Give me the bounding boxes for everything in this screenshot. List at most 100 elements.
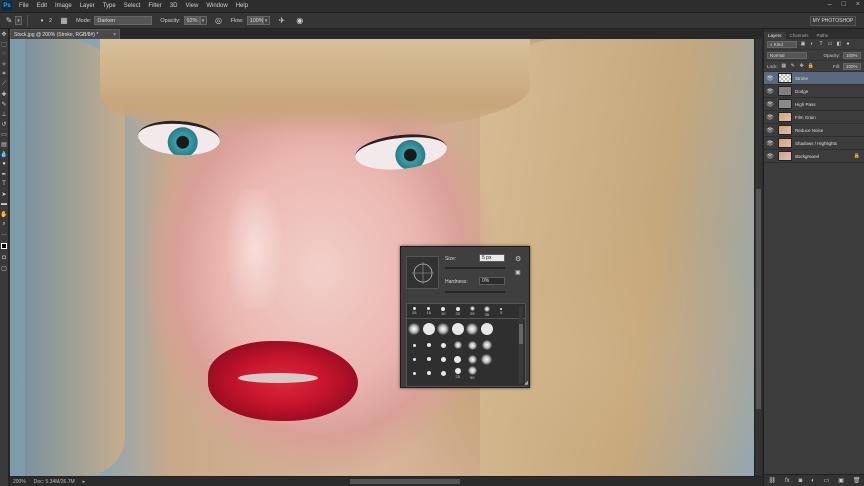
- clone-stamp-tool-icon[interactable]: ⊥: [0, 109, 8, 119]
- brush-preset[interactable]: 15: [422, 304, 437, 318]
- layer-row-dodge[interactable]: 👁 Dodge: [764, 85, 864, 98]
- filter-adjust-icon[interactable]: ◐: [809, 41, 815, 47]
- crop-tool-icon[interactable]: ⌗: [0, 69, 8, 79]
- brush-preset[interactable]: 25: [451, 366, 466, 380]
- path-select-tool-icon[interactable]: ➤: [0, 189, 8, 199]
- brush-panel-toggle-icon[interactable]: ▦: [58, 15, 70, 27]
- filter-smart-icon[interactable]: ◧: [836, 41, 842, 47]
- brush-preset[interactable]: 20: [451, 304, 466, 318]
- visibility-eye-icon[interactable]: 👁: [766, 153, 774, 160]
- flow-slider-toggle[interactable]: ▾: [262, 16, 270, 25]
- airbrush-icon[interactable]: ✈: [276, 15, 288, 27]
- new-layer-icon[interactable]: ▣: [838, 477, 844, 484]
- status-menu-icon[interactable]: ▸: [83, 479, 86, 485]
- link-layers-icon[interactable]: ⛓: [768, 477, 776, 484]
- blend-mode-select[interactable]: Normal: [767, 51, 807, 59]
- brush-size-icon[interactable]: •: [36, 15, 48, 27]
- brush-preset[interactable]: [436, 366, 451, 380]
- quick-mask-icon[interactable]: ◘: [0, 253, 8, 263]
- tab-layers[interactable]: Layers: [764, 32, 786, 39]
- resize-grip-icon[interactable]: ◢: [524, 380, 528, 386]
- brush-preset[interactable]: [422, 338, 437, 352]
- menu-type[interactable]: Type: [99, 3, 120, 9]
- visibility-eye-icon[interactable]: 👁: [766, 114, 774, 121]
- brush-preset[interactable]: 5: [494, 304, 509, 318]
- size-slider[interactable]: [445, 267, 505, 269]
- brush-preset[interactable]: [407, 338, 422, 352]
- workspace-switcher[interactable]: MY PHOTOSHOP: [810, 16, 856, 26]
- brush-preset[interactable]: [422, 352, 437, 366]
- opacity-field[interactable]: 92%: [183, 16, 200, 25]
- brush-preset[interactable]: 25: [465, 304, 480, 318]
- new-group-icon[interactable]: ▭: [824, 477, 830, 484]
- visibility-eye-icon[interactable]: 👁: [766, 75, 774, 82]
- pressure-opacity-icon[interactable]: ◎: [213, 15, 225, 27]
- menu-filter[interactable]: Filter: [144, 3, 165, 9]
- type-tool-icon[interactable]: T: [0, 179, 8, 189]
- brush-preset[interactable]: 35: [480, 304, 495, 318]
- menu-window[interactable]: Window: [202, 3, 231, 9]
- brush-preset[interactable]: [465, 352, 480, 366]
- move-tool-icon[interactable]: ✥: [0, 29, 8, 39]
- menu-file[interactable]: File: [15, 3, 33, 9]
- brush-preset[interactable]: 25: [407, 304, 422, 318]
- history-brush-tool-icon[interactable]: ↺: [0, 119, 8, 129]
- lock-pixels-icon[interactable]: ✎: [790, 63, 796, 69]
- menu-image[interactable]: Image: [51, 3, 76, 9]
- hardness-field[interactable]: 0%: [479, 277, 505, 285]
- hardness-slider[interactable]: [445, 291, 505, 293]
- brush-preset[interactable]: [407, 322, 422, 336]
- brush-preset[interactable]: [436, 338, 451, 352]
- brush-preset[interactable]: [465, 338, 480, 352]
- opacity-slider-toggle[interactable]: ▾: [199, 16, 207, 25]
- marquee-tool-icon[interactable]: ⬚: [0, 39, 8, 49]
- brush-preset[interactable]: [451, 338, 466, 352]
- quick-select-tool-icon[interactable]: ✧: [0, 59, 8, 69]
- brush-preset[interactable]: 50: [465, 366, 480, 380]
- eraser-tool-icon[interactable]: ▭: [0, 129, 8, 139]
- document-tab[interactable]: Stock.jpg @ 200% (Stroke, RGB/8#) * ×: [10, 29, 120, 39]
- menu-layer[interactable]: Layer: [76, 3, 99, 9]
- minimize-icon[interactable]: –: [828, 1, 832, 8]
- filter-toggle-icon[interactable]: ●: [845, 41, 851, 47]
- healing-tool-icon[interactable]: ✚: [0, 89, 8, 99]
- close-document-icon[interactable]: ×: [113, 32, 116, 38]
- brush-preset[interactable]: [465, 322, 480, 336]
- settings-gear-icon[interactable]: ⚙: [515, 255, 521, 263]
- gradient-tool-icon[interactable]: ▤: [0, 139, 8, 149]
- brush-preset[interactable]: [407, 366, 422, 380]
- brush-tool-icon[interactable]: ✎: [3, 15, 15, 27]
- lock-position-icon[interactable]: ✥: [799, 63, 805, 69]
- zoom-tool-icon[interactable]: ⌕: [0, 219, 8, 229]
- canvas-vertical-scrollbar[interactable]: [754, 39, 762, 476]
- lasso-tool-icon[interactable]: ◌: [0, 49, 8, 59]
- eyedropper-tool-icon[interactable]: ⟋: [0, 79, 8, 89]
- lock-all-icon[interactable]: 🔒: [808, 63, 814, 69]
- lock-transparent-icon[interactable]: ▦: [781, 63, 787, 69]
- fill-field[interactable]: 100%: [843, 62, 861, 70]
- menu-view[interactable]: View: [181, 3, 202, 9]
- brush-preset[interactable]: [422, 366, 437, 380]
- visibility-eye-icon[interactable]: 👁: [766, 101, 774, 108]
- close-window-icon[interactable]: ×: [856, 1, 860, 8]
- layer-filter-kind[interactable]: ⌕ Kind: [767, 40, 797, 48]
- color-swatches-icon[interactable]: [0, 239, 8, 253]
- dodge-tool-icon[interactable]: ●: [0, 159, 8, 169]
- zoom-level[interactable]: 200%: [13, 479, 26, 485]
- tab-paths[interactable]: Paths: [813, 32, 833, 39]
- layer-row-reduce-noise[interactable]: 👁 Reduce Noise: [764, 124, 864, 137]
- tab-channels[interactable]: Channels: [786, 32, 813, 39]
- visibility-eye-icon[interactable]: 👁: [766, 127, 774, 134]
- menu-select[interactable]: Select: [120, 3, 145, 9]
- brush-preset[interactable]: [451, 352, 466, 366]
- pressure-size-icon[interactable]: ◉: [294, 15, 306, 27]
- layer-row-film-grain[interactable]: 👁 Film Grain: [764, 111, 864, 124]
- layer-opacity-field[interactable]: 100%: [843, 51, 861, 59]
- more-tools-icon[interactable]: …: [0, 229, 8, 239]
- filter-type-icon[interactable]: T: [818, 41, 824, 47]
- layer-row-background[interactable]: 👁 Background 🔒: [764, 150, 864, 163]
- mode-select[interactable]: Darken: [94, 16, 153, 25]
- visibility-eye-icon[interactable]: 👁: [766, 88, 774, 95]
- size-field[interactable]: 5 px: [479, 254, 505, 262]
- layer-row-high-pass[interactable]: 👁 High Pass: [764, 98, 864, 111]
